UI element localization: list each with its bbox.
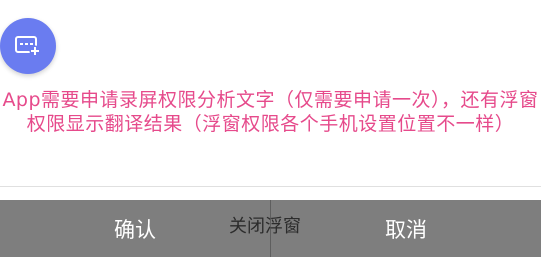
screen-add-icon [15, 36, 41, 57]
cancel-button[interactable]: 取消 [271, 200, 541, 257]
permission-dialog: App需要申请录屏权限分析文字（仅需要申请一次），还有浮窗权限显示翻译结果（浮窗… [0, 0, 541, 257]
close-float-window-button[interactable]: 关闭浮窗 [229, 212, 301, 238]
divider [0, 186, 541, 187]
floating-action-button[interactable] [0, 18, 56, 74]
permission-message: App需要申请录屏权限分析文字（仅需要申请一次），还有浮窗权限显示翻译结果（浮窗… [2, 89, 539, 135]
